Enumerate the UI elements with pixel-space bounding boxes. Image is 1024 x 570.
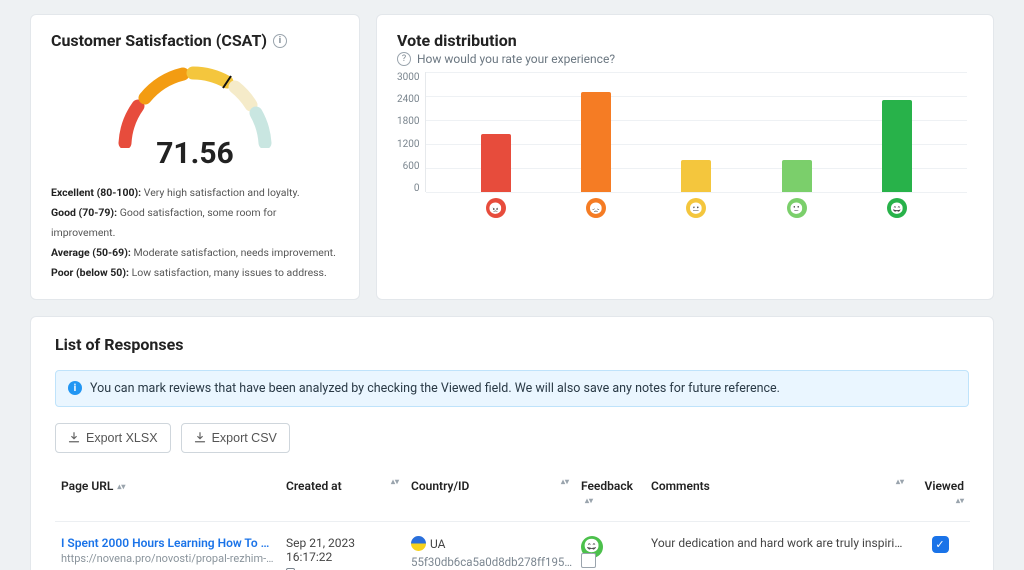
country: UA — [411, 536, 569, 551]
gauge-icon — [105, 58, 285, 148]
chart-x-icons: 😠 😞 😐 🙂 😄 — [425, 198, 967, 218]
csat-legend-row: Excellent (80-100): Very high satisfacti… — [51, 183, 339, 203]
download-icon — [194, 432, 206, 444]
comment-text: Your dedication and hard work are truly … — [651, 536, 904, 550]
vote-sub: ? How would you rate your experience? — [397, 52, 973, 66]
help-icon[interactable]: i — [273, 34, 287, 48]
csat-value: 71.56 — [156, 136, 234, 171]
chart-y-axis: 30002400180012006000 — [397, 72, 425, 218]
bar-slightly-happy — [782, 160, 812, 192]
download-icon — [68, 432, 80, 444]
export-csv-button[interactable]: Export CSV — [181, 423, 290, 453]
csat-title-text: Customer Satisfaction (CSAT) — [51, 31, 267, 50]
viewed-checkbox[interactable]: ✓ — [932, 536, 949, 553]
sad-face-icon: 😞 — [586, 198, 606, 218]
responses-card: List of Responses i You can mark reviews… — [30, 316, 994, 570]
flag-icon — [411, 536, 426, 551]
page-link[interactable]: I Spent 2000 Hours Learning How To Learn… — [61, 536, 274, 550]
col-country[interactable]: Country/ID▴▾ — [405, 471, 575, 522]
help-icon[interactable]: ? — [397, 52, 411, 66]
bar-neutral — [681, 160, 711, 192]
responses-table: Page URL▴▾ Created at▴▾ Country/ID▴▾ Fee… — [55, 471, 970, 570]
slightly-happy-face-icon: 🙂 — [787, 198, 807, 218]
csat-legend-row: Average (50-69): Moderate satisfaction, … — [51, 243, 339, 263]
info-icon: i — [68, 381, 82, 395]
vote-title: Vote distribution — [397, 31, 973, 50]
export-xlsx-button[interactable]: Export XLSX — [55, 423, 171, 453]
vote-card: Vote distribution ? How would you rate y… — [376, 14, 994, 300]
bar-happy — [882, 100, 912, 192]
col-created[interactable]: Created at▴▾ — [280, 471, 405, 522]
col-viewed[interactable]: Viewed▴▾ — [910, 471, 970, 522]
csat-legend: Excellent (80-100): Very high satisfacti… — [51, 183, 339, 283]
chart-bars — [425, 72, 967, 192]
banner-text: You can mark reviews that have been anal… — [90, 381, 780, 396]
created-at: Sep 21, 2023 16:17:22 — [286, 536, 399, 564]
neutral-face-icon: 😐 — [686, 198, 706, 218]
info-banner: i You can mark reviews that have been an… — [55, 370, 969, 407]
csat-legend-row: Poor (below 50): Low satisfaction, many … — [51, 263, 339, 283]
col-page[interactable]: Page URL▴▾ — [55, 471, 280, 522]
col-comments[interactable]: Comments▴▾ — [645, 471, 910, 522]
csat-title: Customer Satisfaction (CSAT) i — [51, 31, 339, 50]
table-row: I Spent 2000 Hours Learning How To Learn… — [55, 521, 970, 570]
bar-sad — [581, 92, 611, 192]
col-feedback[interactable]: Feedback▴▾ — [575, 471, 645, 522]
angry-face-icon: 😠 — [486, 198, 506, 218]
csat-card: Customer Satisfaction (CSAT) i 71.56 Exc… — [30, 14, 360, 300]
vote-sub-text: How would you rate your experience? — [417, 52, 615, 66]
export-csv-label: Export CSV — [212, 431, 277, 445]
vote-title-text: Vote distribution — [397, 31, 517, 50]
bar-angry — [481, 134, 511, 192]
page-url: https://novena.pro/novosti/propal-rezhim… — [61, 552, 274, 565]
csat-gauge: 71.56 — [51, 58, 339, 171]
copy-icon[interactable] — [583, 555, 585, 568]
happy-face-icon: 😄 — [887, 198, 907, 218]
response-id: 55f30db6ca5a0d8db278ff195… — [411, 555, 569, 569]
csat-legend-row: Good (70-79): Good satisfaction, some ro… — [51, 203, 339, 243]
export-xlsx-label: Export XLSX — [86, 431, 158, 445]
export-buttons: Export XLSX Export CSV — [55, 423, 969, 453]
responses-title: List of Responses — [55, 335, 969, 354]
vote-chart: 30002400180012006000 😠 😞 😐 🙂 😄 — [397, 72, 973, 242]
